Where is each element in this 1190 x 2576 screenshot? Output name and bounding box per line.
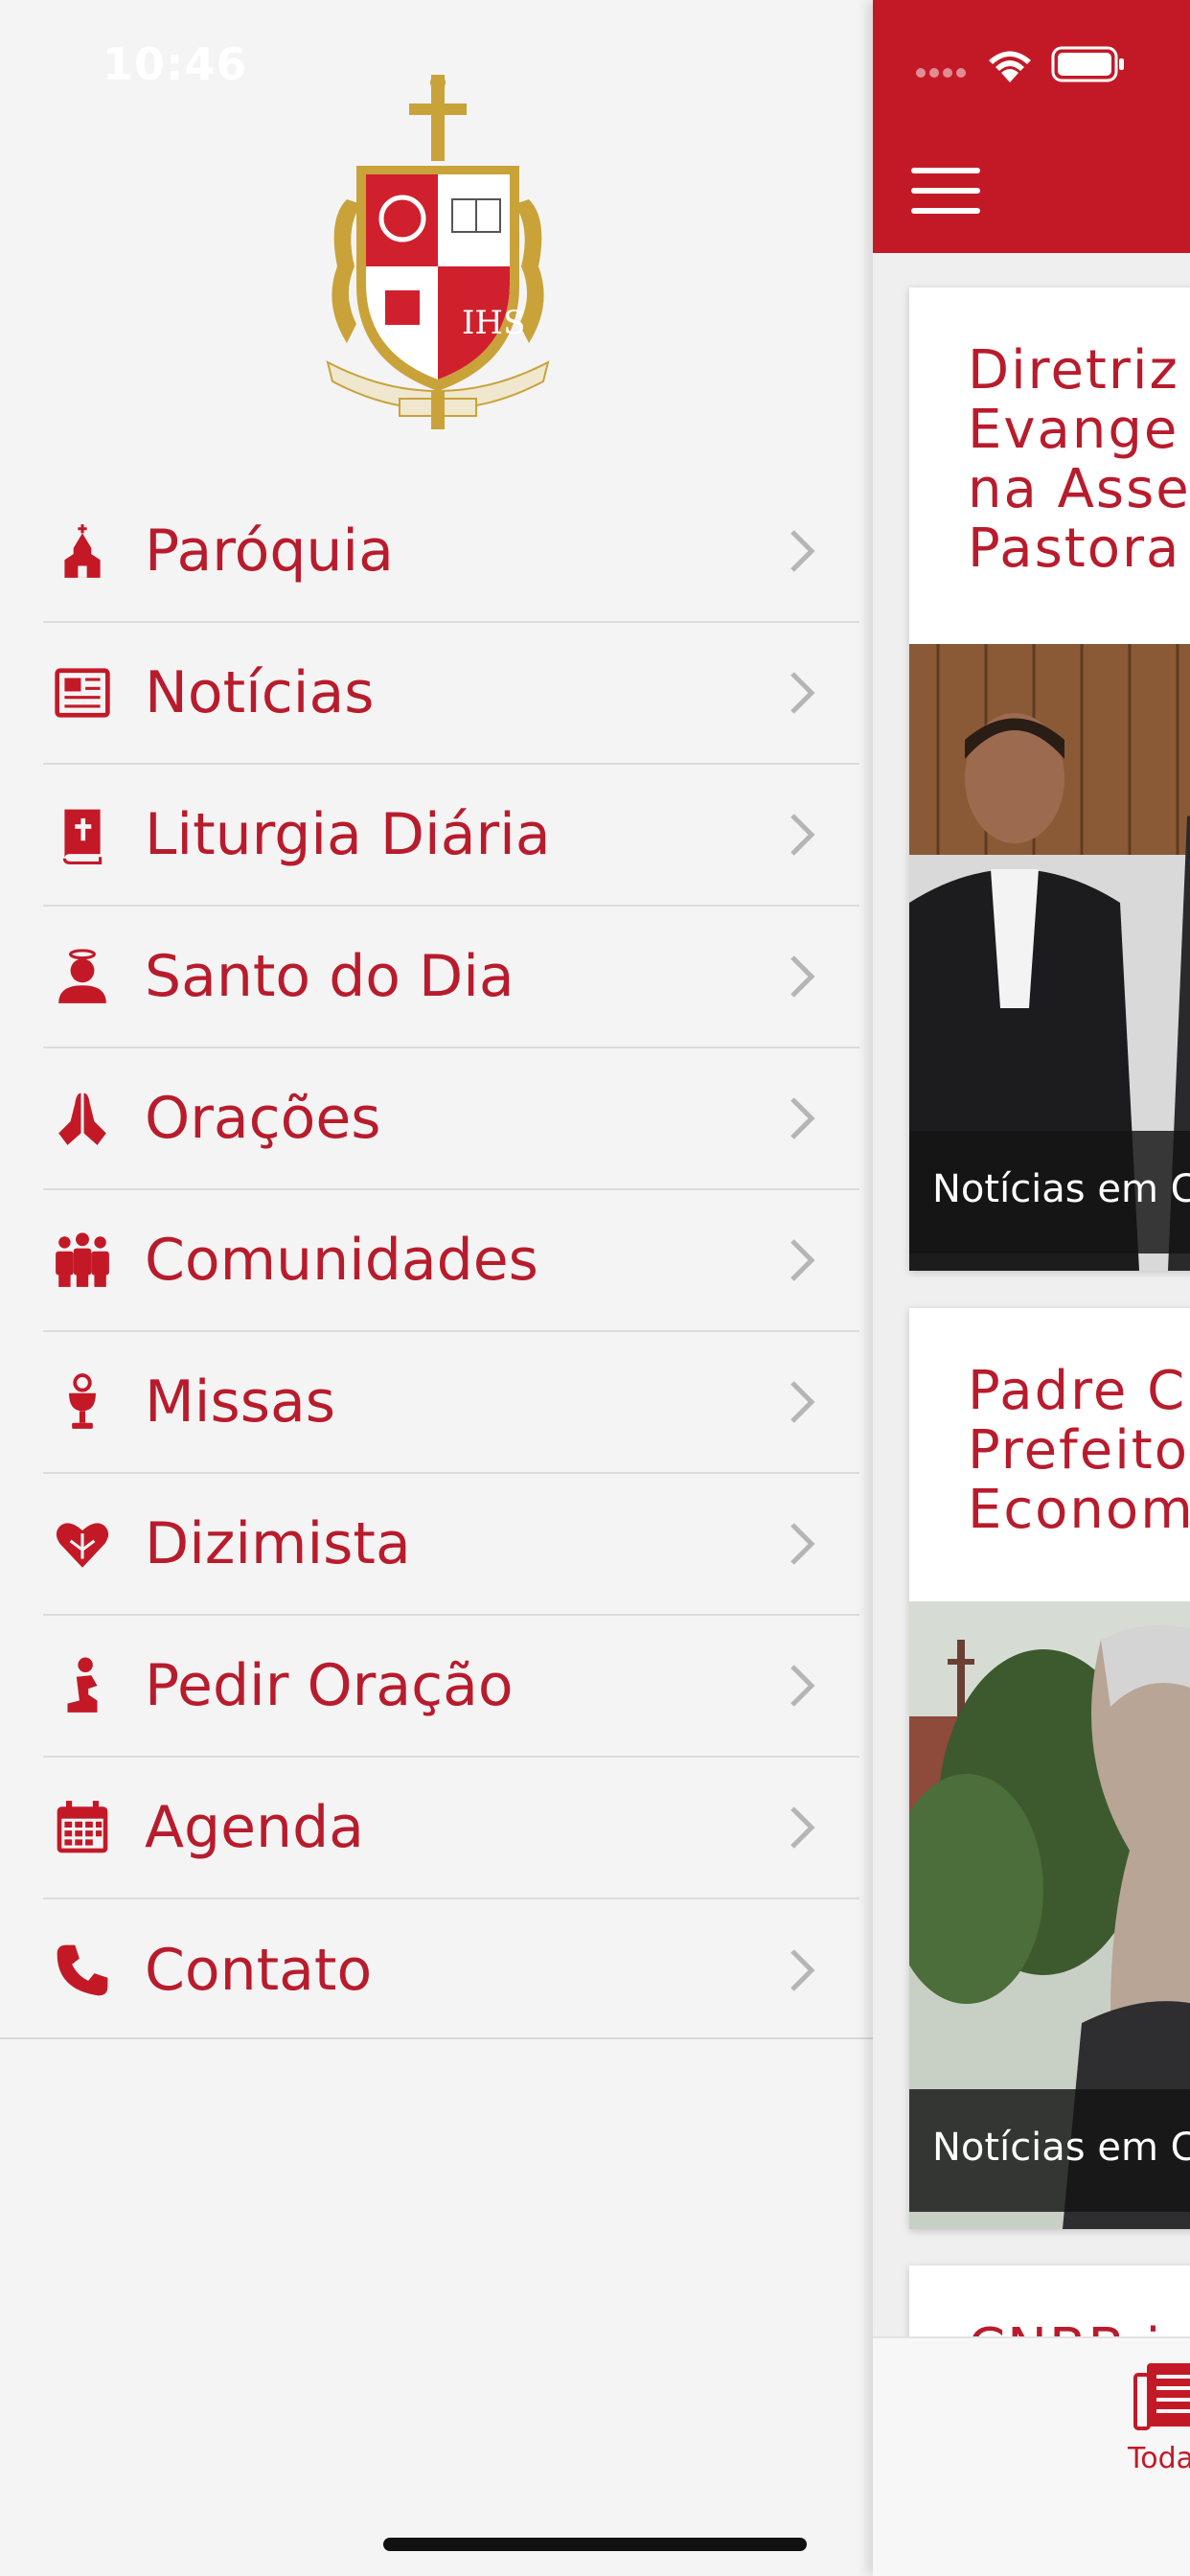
cellular-signal-icon: [916, 68, 966, 78]
menu-item-oracoes[interactable]: Orações: [43, 1048, 859, 1190]
news-card-title: Padre C Prefeito Econom: [968, 1360, 1190, 1541]
menu-item-dizimista[interactable]: Dizimista: [43, 1474, 859, 1616]
news-list-icon[interactable]: [1133, 2359, 1190, 2432]
menu-item-comunidades[interactable]: Comunidades: [43, 1190, 859, 1332]
menu-label: Comunidades: [145, 1227, 538, 1294]
menu-item-missas[interactable]: Missas: [43, 1332, 859, 1474]
chevron-right-icon: [783, 1517, 821, 1571]
menu-label: Paróquia: [145, 518, 394, 585]
divider: [0, 2037, 873, 2039]
chevron-right-icon: [783, 524, 821, 578]
heart-icon: [51, 1512, 114, 1576]
menu-label: Santo do Dia: [145, 943, 515, 1010]
chevron-right-icon: [783, 950, 821, 1003]
kneeling-person-icon: [51, 1654, 114, 1717]
chevron-right-icon: [783, 1944, 821, 1997]
news-card-title: Diretriz Evange na Asse Pastora: [968, 339, 1190, 580]
menu-item-paroquia[interactable]: Paróquia: [43, 481, 859, 623]
news-card[interactable]: Diretriz Evange na Asse Pastora Notícias…: [909, 288, 1190, 1271]
chevron-right-icon: [783, 1801, 821, 1854]
menu-item-noticias[interactable]: Notícias: [43, 623, 859, 765]
menu-label: Contato: [145, 1937, 373, 2004]
chalice-icon: [51, 1370, 114, 1434]
chevron-right-icon: [783, 1375, 821, 1429]
tab-label[interactable]: Toda: [1128, 2442, 1190, 2475]
hamburger-menu-button[interactable]: [911, 168, 980, 214]
chevron-right-icon: [783, 1659, 821, 1713]
praying-hands-icon: [51, 1087, 114, 1150]
menu-item-contato[interactable]: Contato: [43, 1899, 859, 2041]
side-drawer: 10:46 IHS Paróquia Notícias Liturgia Diá…: [0, 0, 873, 2576]
menu-item-pedir-oracao[interactable]: Pedir Oração: [43, 1616, 859, 1758]
main-content[interactable]: Diretriz Evange na Asse Pastora Notícias…: [873, 0, 1190, 2576]
menu-label: Pedir Oração: [145, 1652, 514, 1719]
menu-label: Agenda: [145, 1794, 364, 1861]
phone-icon: [51, 1939, 114, 2002]
chevron-right-icon: [783, 808, 821, 862]
top-app-bar: [873, 0, 1190, 253]
wifi-icon: [989, 51, 1031, 82]
news-card-caption-text: Notícias em C: [932, 2126, 1190, 2170]
news-card-caption-text: Notícias em C: [932, 1167, 1190, 1211]
church-icon: [51, 519, 114, 583]
menu-label: Missas: [145, 1368, 335, 1436]
newspaper-icon: [51, 661, 114, 724]
community-icon: [51, 1229, 114, 1292]
chevron-right-icon: [783, 1092, 821, 1145]
calendar-icon: [51, 1796, 114, 1859]
bottom-tab-bar: Toda: [873, 2336, 1190, 2576]
paroquia-crest-logo: IHS: [318, 75, 558, 429]
saint-icon: [51, 945, 114, 1008]
chevron-right-icon: [783, 666, 821, 720]
menu-item-liturgia-diaria[interactable]: Liturgia Diária: [43, 765, 859, 907]
home-indicator[interactable]: [383, 2538, 807, 2551]
menu-item-santo-do-dia[interactable]: Santo do Dia: [43, 907, 859, 1048]
drawer-menu: Paróquia Notícias Liturgia Diária Santo …: [43, 481, 859, 2041]
news-card-caption: Notícias em C: [909, 2089, 1190, 2212]
news-card-caption: Notícias em C: [909, 1131, 1190, 1254]
bible-icon: [51, 803, 114, 866]
menu-label: Orações: [145, 1085, 381, 1152]
menu-item-agenda[interactable]: Agenda: [43, 1758, 859, 1899]
menu-label: Liturgia Diária: [145, 801, 551, 868]
news-card[interactable]: Padre C Prefeito Econom Notícias em C: [909, 1308, 1190, 2229]
status-time: 10:46: [103, 38, 248, 90]
chevron-right-icon: [783, 1233, 821, 1287]
menu-label: Dizimista: [145, 1510, 411, 1577]
menu-label: Notícias: [145, 659, 375, 726]
svg-text:IHS: IHS: [462, 304, 525, 342]
battery-icon: [1051, 46, 1124, 82]
